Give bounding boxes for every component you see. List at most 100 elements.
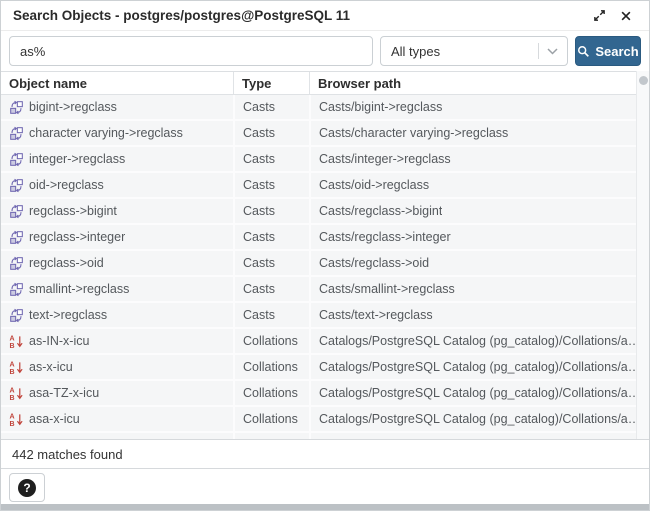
object-type: Casts	[243, 152, 275, 166]
table-row[interactable]: A B as-IN-x-icu Collations Catalogs/Post…	[1, 329, 649, 355]
question-mark-icon: ?	[18, 479, 36, 497]
object-name: regclass->oid	[29, 256, 104, 270]
object-name: asa-TZ-x-icu	[29, 386, 99, 400]
table-row[interactable]: character varying->regclass Casts Casts/…	[1, 121, 649, 147]
collation-icon: A B	[9, 360, 24, 375]
dropdown-separator	[538, 43, 539, 59]
object-name: regclass->integer	[29, 230, 125, 244]
browser-path: Catalogs/PostgreSQL Catalog (pg_catalog)…	[319, 360, 640, 374]
object-type: Collations	[243, 386, 298, 400]
type-filter-dropdown[interactable]: All types	[380, 36, 568, 66]
object-type: Casts	[243, 100, 275, 114]
object-name: text->regclass	[29, 308, 107, 322]
column-header-object-name[interactable]: Object name	[1, 72, 233, 94]
chevron-down-icon	[547, 48, 558, 55]
svg-text:A: A	[9, 387, 14, 394]
table-row[interactable]: bigint->regclass Casts Casts/bigint->reg…	[1, 95, 649, 121]
table-row[interactable]: A B as-x-icu Collations Catalogs/Postgre…	[1, 355, 649, 381]
cast-icon	[9, 126, 24, 141]
cast-icon	[9, 204, 24, 219]
table-row-partial[interactable]	[1, 433, 649, 439]
search-bar: All types Search	[1, 31, 649, 71]
table-row[interactable]: integer->regclass Casts Casts/integer->r…	[1, 147, 649, 173]
browser-path: Casts/regclass->integer	[319, 230, 451, 244]
object-name: smallint->regclass	[29, 282, 129, 296]
browser-path: Catalogs/PostgreSQL Catalog (pg_catalog)…	[319, 334, 640, 348]
type-filter-value: All types	[391, 44, 538, 59]
svg-text:B: B	[9, 421, 14, 427]
table-row[interactable]: smallint->regclass Casts Casts/smallint-…	[1, 277, 649, 303]
object-name: regclass->bigint	[29, 204, 117, 218]
object-type: Casts	[243, 126, 275, 140]
table-row[interactable]: regclass->integer Casts Casts/regclass->…	[1, 225, 649, 251]
search-button-label: Search	[595, 44, 638, 59]
object-name: bigint->regclass	[29, 100, 117, 114]
object-type: Casts	[243, 178, 275, 192]
cast-icon	[9, 152, 24, 167]
svg-text:A: A	[9, 361, 14, 368]
close-button[interactable]	[615, 5, 637, 27]
table-body: bigint->regclass Casts Casts/bigint->reg…	[1, 95, 649, 439]
browser-path: Catalogs/PostgreSQL Catalog (pg_catalog)…	[319, 386, 640, 400]
cast-icon	[9, 308, 24, 323]
browser-path: Casts/oid->regclass	[319, 178, 429, 192]
search-icon	[577, 45, 590, 58]
table-row[interactable]: text->regclass Casts Casts/text->regclas…	[1, 303, 649, 329]
cast-icon	[9, 282, 24, 297]
object-type: Casts	[243, 256, 275, 270]
object-type: Casts	[243, 282, 275, 296]
scrollbar-thumb[interactable]	[639, 76, 648, 85]
object-name: oid->regclass	[29, 178, 104, 192]
browser-path: Catalogs/PostgreSQL Catalog (pg_catalog)…	[319, 412, 640, 426]
match-count-text: 442 matches found	[12, 447, 123, 462]
object-type: Casts	[243, 230, 275, 244]
scrollbar-track[interactable]	[636, 71, 649, 439]
dialog-footer: ?	[1, 469, 649, 506]
svg-text:B: B	[9, 343, 14, 349]
cast-icon	[9, 100, 24, 115]
collation-icon: A B	[9, 412, 24, 427]
object-type: Collations	[243, 360, 298, 374]
cast-icon	[9, 178, 24, 193]
table-row[interactable]: A B asa-TZ-x-icu Collations Catalogs/Pos…	[1, 381, 649, 407]
cast-icon	[9, 230, 24, 245]
dialog-title: Search Objects - postgres/postgres@Postg…	[13, 8, 588, 23]
object-type: Collations	[243, 412, 298, 426]
browser-path: Casts/regclass->bigint	[319, 204, 442, 218]
collation-icon: A B	[9, 334, 24, 349]
results-table: Object name Type Browser path bigint->re…	[1, 71, 649, 439]
table-row[interactable]: regclass->bigint Casts Casts/regclass->b…	[1, 199, 649, 225]
table-header: Object name Type Browser path	[1, 71, 649, 95]
browser-path: Casts/text->regclass	[319, 308, 433, 322]
object-name: asa-x-icu	[29, 412, 80, 426]
object-type: Casts	[243, 308, 275, 322]
expand-button[interactable]	[588, 5, 610, 27]
browser-path: Casts/integer->regclass	[319, 152, 451, 166]
search-button[interactable]: Search	[575, 36, 641, 66]
table-row[interactable]: regclass->oid Casts Casts/regclass->oid	[1, 251, 649, 277]
search-input[interactable]	[9, 36, 373, 66]
browser-path: Casts/character varying->regclass	[319, 126, 508, 140]
svg-text:A: A	[9, 335, 14, 342]
browser-path: Casts/regclass->oid	[319, 256, 429, 270]
svg-text:A: A	[9, 413, 14, 420]
browser-path: Casts/smallint->regclass	[319, 282, 455, 296]
collation-icon: A B	[9, 386, 24, 401]
object-name: as-IN-x-icu	[29, 334, 89, 348]
status-bar: 442 matches found	[1, 439, 649, 469]
object-name: character varying->regclass	[29, 126, 183, 140]
table-row[interactable]: oid->regclass Casts Casts/oid->regclass	[1, 173, 649, 199]
object-name: as-x-icu	[29, 360, 73, 374]
table-row[interactable]: A B asa-x-icu Collations Catalogs/Postgr…	[1, 407, 649, 433]
browser-path: Casts/bigint->regclass	[319, 100, 442, 114]
close-icon	[620, 10, 632, 22]
object-type: Casts	[243, 204, 275, 218]
svg-text:B: B	[9, 369, 14, 375]
column-header-browser-path[interactable]: Browser path	[309, 72, 649, 94]
object-type: Collations	[243, 334, 298, 348]
search-objects-dialog: Search Objects - postgres/postgres@Postg…	[0, 0, 650, 511]
dialog-bottom-shadow	[1, 504, 649, 510]
help-button[interactable]: ?	[9, 473, 45, 502]
column-header-type[interactable]: Type	[233, 72, 309, 94]
cast-icon	[9, 256, 24, 271]
